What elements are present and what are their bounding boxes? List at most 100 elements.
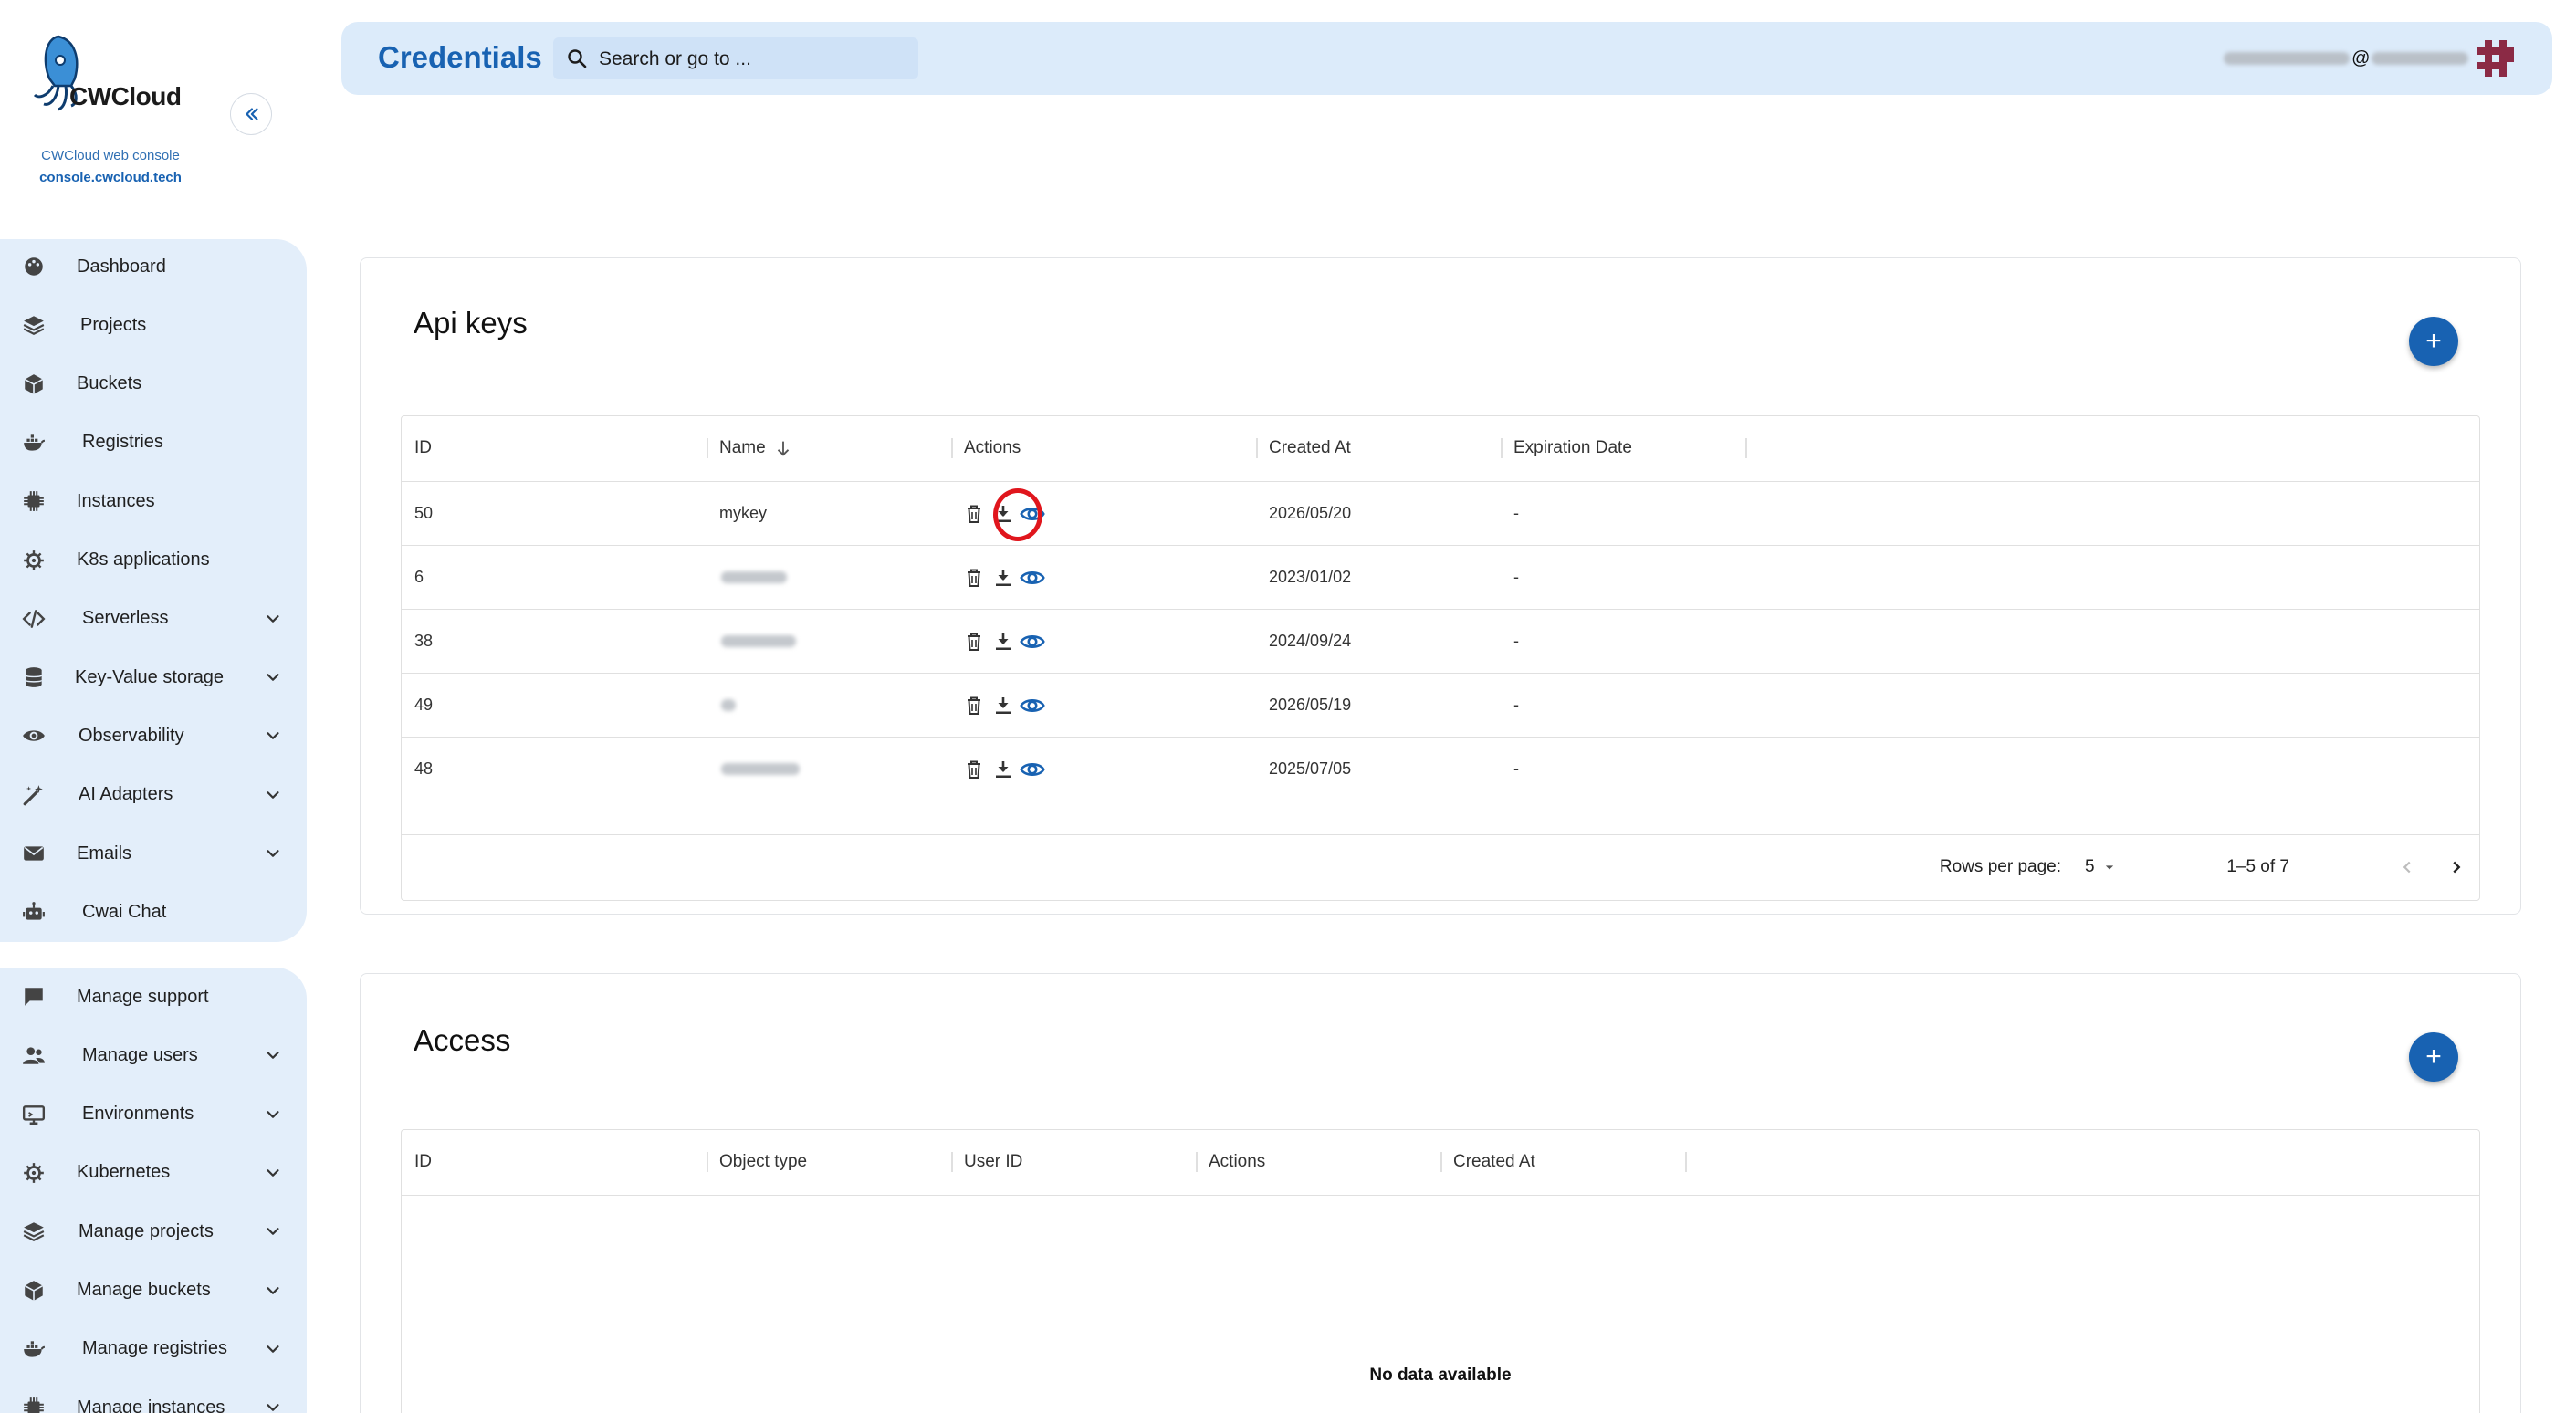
sidebar-item-instances[interactable]: Instances [0,477,307,525]
search-placeholder: Search or go to ... [599,48,751,69]
delete-button[interactable] [960,628,988,655]
no-data-message: No data available [1369,1366,1512,1385]
col-header-id[interactable]: ID [414,438,432,458]
cube-icon [24,1280,44,1301]
table-row[interactable]: 38 2024/09/24 - [402,610,2479,674]
robot-icon [23,902,45,920]
sidebar-item-label: Environments [82,1104,194,1125]
add-access-button[interactable]: + [2409,1032,2458,1082]
console-url-link[interactable]: console.cwcloud.tech [0,170,221,185]
view-button[interactable] [1019,628,1046,655]
col-header-created-at[interactable]: Created At [1269,438,1351,458]
expand-chevron[interactable] [261,1219,285,1243]
user-email[interactable]: @ [2224,46,2468,71]
cell-id: 6 [414,568,424,586]
sidebar-item-manage-projects[interactable]: Manage projects [0,1208,307,1255]
sidebar-item-manage-support[interactable]: Manage support [0,973,307,1020]
col-header-id[interactable]: ID [414,1152,432,1172]
sidebar-item-registries[interactable]: Registries [0,419,307,466]
expand-chevron[interactable] [261,1043,285,1067]
table-row[interactable]: 50 mykey 2026/05/20 - [402,482,2479,546]
expand-chevron[interactable] [261,1279,285,1303]
cell-name-redacted [721,571,787,583]
expand-chevron[interactable] [261,1396,285,1413]
table-row[interactable]: 49 2026/05/19 - [402,674,2479,738]
expand-chevron[interactable] [261,1337,285,1361]
download-button[interactable] [990,500,1017,528]
col-header-actions[interactable]: Actions [964,438,1021,458]
sidebar-item-label: Manage buckets [77,1280,211,1300]
sidebar-item-ai-adapters[interactable]: AI Adapters [0,771,307,819]
sidebar-item-manage-registries[interactable]: Manage registries [0,1325,307,1373]
sidebar-item-k8s-applications[interactable]: K8s applications [0,537,307,584]
user-avatar[interactable] [2477,40,2514,77]
delete-button[interactable] [960,564,988,591]
double-chevron-left-icon [246,108,258,120]
users-icon [20,1041,47,1069]
col-header-actions[interactable]: Actions [1209,1152,1265,1172]
expand-chevron[interactable] [261,665,285,689]
sidebar-item-cwai-chat[interactable]: Cwai Chat [0,888,307,936]
sidebar-item-manage-instances[interactable]: Manage instances [0,1384,307,1413]
rows-per-page-select[interactable]: 5 [2085,853,2131,881]
sidebar-item-manage-buckets[interactable]: Manage buckets [0,1267,307,1314]
cwcloud-logo[interactable]: CWCloud [31,31,195,119]
code-icon [22,609,46,628]
table-row[interactable]: 6 2023/01/02 - [402,546,2479,610]
helm-icon [20,1159,47,1187]
view-button[interactable] [1019,500,1046,528]
download-button[interactable] [990,756,1017,783]
col-header-object-type[interactable]: Object type [719,1152,807,1172]
view-button[interactable] [1019,564,1046,591]
col-header-user-id[interactable]: User ID [964,1152,1022,1172]
download-button[interactable] [990,628,1017,655]
sidebar-item-kubernetes[interactable]: Kubernetes [0,1149,307,1197]
expand-chevron[interactable] [261,1103,285,1126]
previous-page-button[interactable] [2392,852,2423,883]
delete-button[interactable] [960,756,988,783]
chip-icon [24,1397,44,1413]
sidebar-item-dashboard[interactable]: Dashboard [0,243,307,290]
delete-button[interactable] [960,692,988,719]
expand-chevron[interactable] [261,607,285,631]
view-button[interactable] [1019,692,1046,719]
monitor-icon [22,1104,46,1125]
chevron-down-icon [267,674,279,681]
expand-chevron[interactable] [261,1161,285,1185]
download-button[interactable] [990,564,1017,591]
redacted-domain [2372,52,2468,65]
search-input[interactable]: Search or go to ... [553,37,918,79]
sidebar-item-label: Key-Value storage [75,666,225,687]
sidebar-item-label: Registries [82,432,163,453]
expand-chevron[interactable] [261,842,285,865]
sidebar-item-manage-users[interactable]: Manage users [0,1031,307,1079]
rows-per-page-label: Rows per page: [1939,857,2061,876]
search-icon [568,49,587,68]
view-button[interactable] [1019,756,1046,783]
sidebar-item-environments[interactable]: Environments [0,1091,307,1138]
download-button[interactable] [990,692,1017,719]
sidebar-item-buckets[interactable]: Buckets [0,361,307,408]
sidebar-item-emails[interactable]: Emails [0,830,307,877]
sidebar-item-serverless[interactable]: Serverless [0,595,307,643]
expand-chevron[interactable] [261,724,285,748]
users-icon [23,1047,45,1065]
cube-icon [24,373,44,394]
sidebar-item-observability[interactable]: Observability [0,712,307,759]
magic-wand-icon [20,781,47,809]
collapse-sidebar-button[interactable] [230,93,272,135]
sidebar-item-label: Manage support [77,986,209,1007]
eye-icon [1020,763,1045,776]
next-page-button[interactable] [2441,852,2472,883]
table-row[interactable]: 48 2025/07/05 - [402,738,2479,801]
chevron-left-icon [2403,861,2411,874]
add-api-key-button[interactable]: + [2409,317,2458,366]
col-header-name[interactable]: Name [719,438,793,458]
col-header-expiration-date[interactable]: Expiration Date [1513,438,1632,458]
sidebar-item-projects[interactable]: Projects [0,301,307,349]
col-header-created-at[interactable]: Created At [1453,1152,1535,1172]
layers-icon [23,316,45,336]
sidebar-item-key-value-storage[interactable]: Key-Value storage [0,654,307,701]
expand-chevron[interactable] [261,783,285,807]
delete-button[interactable] [960,500,988,528]
